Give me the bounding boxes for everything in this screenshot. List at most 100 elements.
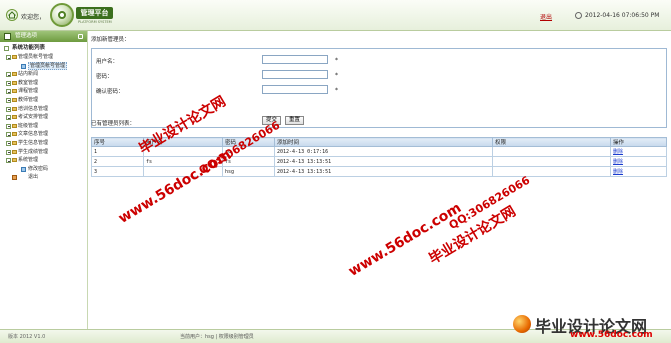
exit-icon — [12, 175, 17, 181]
expand-icon[interactable] — [6, 158, 11, 164]
top-header: 欢迎您， 管理平台 PLATFORM SYSTEM 退出 2012-04-16 … — [0, 0, 671, 31]
cell-password: fs — [222, 156, 275, 167]
clock-icon — [575, 12, 582, 19]
logout-link[interactable]: 退出 — [540, 12, 552, 21]
home-icon[interactable] — [6, 9, 18, 21]
welcome-text: 欢迎您， — [21, 14, 46, 21]
sidebar-item[interactable]: 修改密码 — [2, 165, 87, 174]
folder-icon — [12, 55, 17, 59]
add-admin-form: 用户名： * 密码： * 确认密码： * 提交 重置 — [91, 48, 667, 128]
admin-table: 序号 用户名 密码 添加时间 权限 操作 1 cc 2012-4-13 0:17… — [91, 137, 667, 177]
sidebar-title: 管理选项 — [15, 33, 38, 39]
expand-icon[interactable] — [6, 132, 11, 138]
cell-role — [492, 156, 611, 167]
sidebar-item[interactable]: 考试安排管理 — [2, 113, 87, 122]
folder-icon — [12, 115, 17, 120]
admin-list-title: 已有管理员列表： — [91, 121, 136, 127]
version-text: 版本 2012 V1.0 — [8, 334, 46, 340]
confirm-password-input[interactable] — [262, 85, 328, 94]
sidebar-item-label: 班级管理 — [18, 122, 39, 129]
sidebar-item[interactable]: 文章信息管理 — [2, 130, 87, 139]
expand-icon[interactable] — [6, 72, 11, 78]
add-admin-title: 添加新管理员： — [91, 37, 130, 43]
logo-subtitle: PLATFORM SYSTEM — [78, 20, 112, 24]
sidebar-item-label: 学生信息管理 — [18, 139, 49, 146]
collapse-icon[interactable] — [78, 34, 83, 39]
watermark-logo-icon — [513, 315, 531, 333]
required-mark: * — [335, 57, 338, 64]
col-header: 权限 — [492, 137, 611, 147]
sidebar-header: 管理选项 — [0, 31, 87, 42]
cell-time: 2012-4-13 13:13:51 — [274, 166, 493, 177]
cell-role — [492, 146, 611, 157]
sidebar-item[interactable]: 管理员帐号管理 — [2, 61, 87, 71]
sidebar-item[interactable]: 管理员帐号管理 — [2, 53, 87, 62]
sidebar-item-label: 管理员帐号管理 — [18, 54, 54, 60]
reset-button[interactable]: 重置 — [285, 116, 305, 125]
folder-icon — [12, 149, 17, 154]
expand-icon[interactable] — [6, 123, 11, 129]
function-tree: 系统功能列表 管理员帐号管理 管理员帐号管理 站内新闻 教室管理 课程管理 教师管理 培训信… — [0, 42, 87, 182]
delete-link[interactable]: 删除 — [610, 166, 667, 177]
delete-link[interactable]: 删除 — [610, 156, 667, 167]
sidebar-item[interactable]: 学生信息管理 — [2, 139, 87, 148]
table-row: 3 hsg 2012-4-13 13:13:51 删除 — [91, 166, 667, 177]
expand-icon[interactable] — [6, 80, 11, 86]
sidebar-item-label: 退出 — [28, 174, 39, 181]
folder-icon — [12, 140, 17, 145]
username-input[interactable] — [262, 55, 328, 64]
sidebar-item-label: 考试安排管理 — [18, 114, 49, 121]
sidebar-item[interactable]: 退出 — [2, 173, 87, 182]
folder-icon — [12, 72, 17, 77]
sidebar-item[interactable]: 教师管理 — [2, 96, 87, 105]
current-user-text: 当前用户：hsg | 权限级别管理员 — [180, 334, 254, 340]
password-label: 密码： — [96, 74, 113, 80]
expand-icon[interactable] — [6, 115, 11, 121]
tree-toggle-icon[interactable] — [4, 46, 9, 51]
table-row: 2 fs fs 2012-4-13 13:13:51 删除 — [91, 156, 667, 167]
sidebar-item-label: 修改密码 — [28, 165, 49, 172]
required-mark: * — [335, 72, 338, 79]
sidebar-item[interactable]: 课程管理 — [2, 87, 87, 96]
password-input[interactable] — [262, 70, 328, 79]
expand-icon[interactable] — [6, 149, 11, 155]
sidebar-item-label: 教室管理 — [18, 79, 39, 86]
table-row: 1 cc 2012-4-13 0:17:16 删除 — [91, 146, 667, 157]
watermark-url: www.56doc.com — [570, 330, 653, 340]
cell-time: 2012-4-13 13:13:51 — [274, 156, 493, 167]
sidebar-item[interactable]: 系统管理 — [2, 156, 87, 165]
sidebar-item[interactable]: 班级管理 — [2, 122, 87, 131]
page-icon — [21, 166, 26, 172]
expand-icon[interactable] — [6, 140, 11, 146]
cell-time: 2012-4-13 0:17:16 — [274, 146, 493, 157]
cell-username: fs — [143, 156, 223, 167]
logo-icon — [50, 3, 74, 27]
sidebar-item-label: 教师管理 — [18, 96, 39, 103]
sidebar-item-label: 管理员帐号管理 — [28, 61, 68, 70]
col-header: 操作 — [610, 137, 667, 147]
sidebar-item[interactable]: 学生成绩管理 — [2, 148, 87, 157]
col-header: 密码 — [222, 137, 275, 147]
submit-button[interactable]: 提交 — [262, 116, 282, 125]
folder-icon — [12, 80, 17, 85]
table-header-row: 序号 用户名 密码 添加时间 权限 操作 — [91, 137, 667, 147]
folder-icon — [12, 158, 17, 163]
sidebar-item[interactable]: 培训信息管理 — [2, 105, 87, 114]
folder-icon — [12, 89, 17, 94]
cell-id: 3 — [91, 166, 144, 177]
tree-root[interactable]: 系统功能列表 — [2, 44, 87, 53]
expand-icon[interactable] — [6, 106, 11, 112]
delete-link[interactable]: 删除 — [610, 146, 667, 157]
expand-icon[interactable] — [6, 55, 11, 60]
expand-icon[interactable] — [6, 97, 11, 103]
sidebar: 管理选项 系统功能列表 管理员帐号管理 管理员帐号管理 站内新闻 教室管理 课程管理 教师… — [0, 31, 88, 329]
expand-icon[interactable] — [6, 89, 11, 95]
col-header: 序号 — [91, 137, 144, 147]
username-label: 用户名： — [96, 59, 119, 65]
folder-icon — [12, 97, 17, 102]
col-header: 添加时间 — [274, 137, 493, 147]
sidebar-item[interactable]: 站内新闻 — [2, 70, 87, 79]
cell-password: hsg — [222, 166, 275, 177]
cell-role — [492, 166, 611, 177]
sidebar-item[interactable]: 教室管理 — [2, 79, 87, 88]
